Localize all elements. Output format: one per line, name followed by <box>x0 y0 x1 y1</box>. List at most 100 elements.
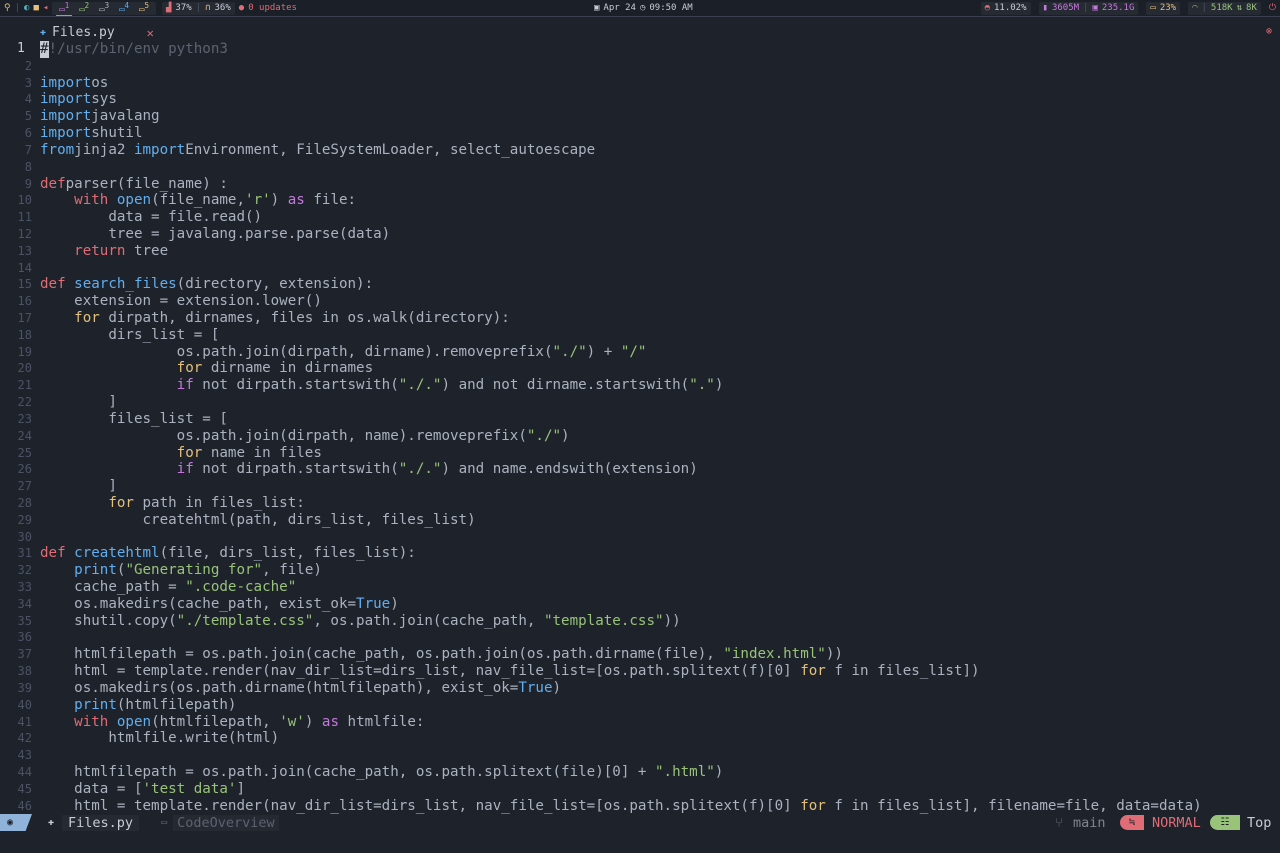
power-icon[interactable]: ⏻ <box>1269 3 1276 13</box>
code-token: #!/usr/bin/env python3 <box>40 41 228 57</box>
code-line[interactable]: 46 html = template.render(nav_dir_list=d… <box>0 798 1280 815</box>
code-line[interactable]: 13 return tree <box>0 243 1280 260</box>
code-line[interactable]: 26 if not dirpath.startswith("./.") and … <box>0 461 1280 478</box>
updates[interactable]: ● 0 updates <box>235 2 301 15</box>
tab-files-py[interactable]: ✚ Files.py ✕ <box>30 24 180 41</box>
code-line[interactable]: 24 os.path.join(dirpath, name).removepre… <box>0 428 1280 445</box>
folder-icon[interactable]: ■ <box>33 3 38 13</box>
code-line[interactable]: 31 def createhtml(file, dirs_list, files_… <box>0 545 1280 562</box>
workspace-5[interactable]: ▭5 <box>136 1 152 15</box>
code-line[interactable]: 43 <box>0 747 1280 764</box>
code-line[interactable]: 19 os.path.join(dirpath, dirname).remove… <box>0 344 1280 361</box>
code-token: jinja2 <box>74 141 134 158</box>
line-number: 33 <box>17 580 32 594</box>
line-number: 25 <box>17 445 32 460</box>
code-token: "./" <box>552 343 587 360</box>
code-line[interactable]: 16 extension = extension.lower() <box>0 293 1280 310</box>
vscode-icon[interactable]: ◂ <box>43 3 48 13</box>
line-number: 21 <box>17 378 32 393</box>
code-line[interactable]: 4 importsys <box>0 91 1280 108</box>
workspace-2[interactable]: ▭2 <box>76 1 92 15</box>
code-line[interactable]: 39 os.makedirs(os.path.dirname(htmlfilep… <box>0 680 1280 697</box>
volume[interactable]: 36% <box>215 3 231 13</box>
code-line[interactable]: 14 <box>0 260 1280 277</box>
code-line[interactable]: 35 shutil.copy("./template.css", os.path… <box>0 613 1280 630</box>
code-line[interactable]: 38 html = template.render(nav_dir_list=d… <box>0 663 1280 680</box>
code-line[interactable]: 20 for dirname in dirnames <box>0 360 1280 377</box>
code-line[interactable]: 3 importos <box>0 75 1280 92</box>
code-line[interactable]: 44 htmlfilepath = os.path.join(cache_pat… <box>0 764 1280 781</box>
code-text: def search_files(directory, extension): <box>40 276 373 293</box>
search-icon[interactable]: ⚲ <box>4 3 11 13</box>
close-all-icon[interactable]: ⊗ <box>1266 26 1272 37</box>
code-token: "./template.css" <box>176 612 314 629</box>
code-line[interactable]: 18 dirs_list = [ <box>0 327 1280 344</box>
code-text: print(htmlfilepath) <box>40 697 236 714</box>
code-text: #!/usr/bin/env python3 # <box>40 41 228 58</box>
code-line[interactable]: 34 os.makedirs(cache_path, exist_ok=True… <box>0 596 1280 613</box>
code-token: ) <box>304 713 322 730</box>
code-line[interactable]: 15 def search_files(directory, extension)… <box>0 276 1280 293</box>
code-line[interactable]: 40 print(htmlfilepath) <box>0 697 1280 714</box>
code-line[interactable]: 23 files_list = [ <box>0 411 1280 428</box>
code-line[interactable]: 30 <box>0 529 1280 546</box>
workspace-3[interactable]: ▭3 <box>96 1 112 15</box>
code-text: htmlfile.write(html) <box>40 730 279 747</box>
code-token: import <box>133 141 186 158</box>
code-line[interactable]: 29 createhtml(path, dirs_list, files_lis… <box>0 512 1280 529</box>
code-line[interactable]: 12 tree = javalang.parse.parse(data) <box>0 226 1280 243</box>
code-token: open <box>108 713 152 730</box>
browser-icon[interactable]: ◐ <box>24 3 29 13</box>
tab-close-icon[interactable]: ✕ <box>147 26 154 40</box>
code-line[interactable]: 22 ] <box>0 394 1280 411</box>
workspaces: ▭1 ▭2 ▭3 ▭4 ▭5 <box>52 1 156 16</box>
code-line[interactable]: 2 <box>0 58 1280 75</box>
code-line[interactable]: 36 <box>0 629 1280 646</box>
code-token: 'test data' <box>142 780 237 797</box>
code-line[interactable]: 5 importjavalang <box>0 108 1280 125</box>
code-line[interactable]: 11 data = file.read() <box>0 209 1280 226</box>
date: Apr 24 <box>603 3 636 13</box>
code-token: for <box>108 494 134 511</box>
code-line[interactable]: 28 for path in files_list: <box>0 495 1280 512</box>
updates-icon: ● <box>238 3 245 13</box>
code-line[interactable]: 41 with open(htmlfilepath, 'w') as htmlf… <box>0 714 1280 731</box>
code-token: ) <box>714 763 724 780</box>
code-line[interactable]: 10 with open(file_name,'r') as file: <box>0 192 1280 209</box>
code-line[interactable]: 8 <box>0 159 1280 176</box>
code-line[interactable]: 27 ] <box>0 478 1280 495</box>
code-line[interactable]: 32 print("Generating for", file) <box>0 562 1280 579</box>
line-number: 31 <box>17 546 32 561</box>
line-number: 46 <box>17 798 32 813</box>
code-line[interactable]: 7 fromjinja2 importEnvironment, FileSyste… <box>0 142 1280 159</box>
code-line[interactable]: 6 importshutil <box>0 125 1280 142</box>
code-token: ) and not dirname.startswith( <box>441 377 690 394</box>
code-line[interactable]: 42 htmlfile.write(html) <box>0 730 1280 747</box>
tab-label: Files.py <box>52 25 115 40</box>
workspace-1[interactable]: ▭1 <box>56 1 73 16</box>
memory-icon: ▮ <box>1042 3 1048 13</box>
code-line[interactable]: 45 data = ['test data'] <box>0 781 1280 798</box>
code-line[interactable]: 1 #!/usr/bin/env python3 # <box>0 41 1280 58</box>
code-line[interactable]: 21 if not dirpath.startswith("./.") and … <box>0 377 1280 394</box>
code-token: search_files <box>65 276 177 293</box>
code-line[interactable]: 25 for name in files <box>0 445 1280 462</box>
code-text: defparser(file_name) : <box>40 176 228 193</box>
code-token: import <box>40 125 92 142</box>
code-token: os.makedirs(cache_path, exist_ok= <box>40 595 357 612</box>
code-token: dirname in dirnames <box>202 360 374 377</box>
code-token: ".code-cache" <box>185 579 297 595</box>
code-line[interactable]: 9 defparser(file_name) : <box>0 176 1280 193</box>
code-text: ] <box>40 394 117 411</box>
gauge-icon: ◓ <box>984 3 990 13</box>
code-token: "/" <box>620 343 647 360</box>
workspace-4[interactable]: ▭4 <box>116 1 132 15</box>
code-line[interactable]: 33 cache_path = ".code-cache" <box>0 579 1280 596</box>
code-editor[interactable]: 1 #!/usr/bin/env python3 #2 3 importos 4 impor… <box>0 41 1280 831</box>
code-line[interactable]: 37 htmlfilepath = os.path.join(cache_pat… <box>0 646 1280 663</box>
disk-value: 235.1G <box>1101 3 1135 13</box>
code-line[interactable]: 17 for dirpath, dirnames, files in os.wa… <box>0 310 1280 327</box>
